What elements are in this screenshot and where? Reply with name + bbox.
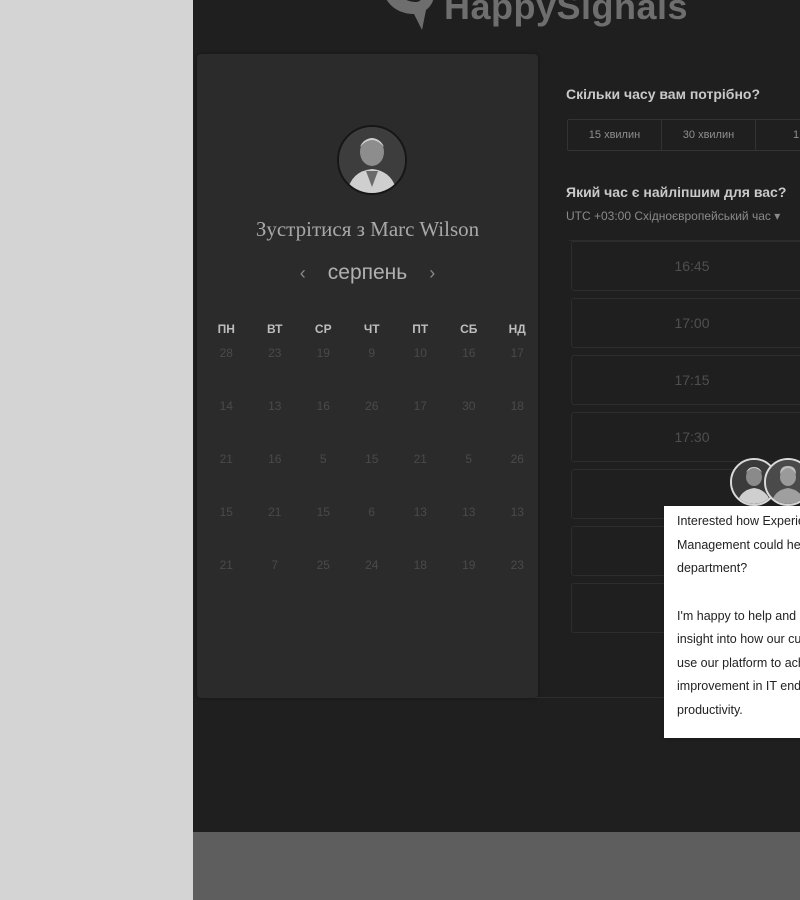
calendar-grid: 28 23 19 9 10 16 17 14 13 16 26 17 30 18 (202, 346, 542, 611)
time-question: Який час є найліпшим для вас? (566, 184, 787, 200)
weekday-label: СБ (460, 322, 478, 336)
calendar-week: 14 13 16 26 17 30 18 (202, 399, 542, 452)
footer-strip (193, 832, 800, 900)
calendar-day: 26 (510, 452, 524, 466)
calendar-day: 17 (413, 399, 427, 413)
chat-message-line: Management could hel (677, 537, 800, 552)
calendar-day: 16 (268, 452, 282, 466)
weekday-label: ВТ (266, 322, 283, 336)
time-slot[interactable]: 17:15 (571, 355, 800, 405)
weekday-header: ПН ВТ СР ЧТ ПТ СБ НД (202, 322, 542, 336)
weekday-label: ПН (217, 322, 235, 336)
calendar-day: 17 (510, 346, 524, 360)
calendar-day: 7 (271, 558, 279, 572)
chat-message-popup[interactable]: Interested how Experie Management could … (664, 506, 800, 738)
chat-agent-avatars[interactable] (730, 458, 800, 506)
chat-message-line: improvement in IT end- (677, 679, 800, 693)
duration-option[interactable]: 1 го (756, 120, 800, 150)
calendar-day: 15 (316, 505, 330, 519)
calendar-day: 21 (413, 452, 427, 466)
calendar-day: 30 (462, 399, 476, 413)
month-navigation: ‹ серпень › (197, 261, 538, 285)
host-avatar (337, 125, 407, 195)
chat-message-line: use our platform to ach (677, 655, 800, 670)
timezone-label: UTC +03:00 Східноєвропейський час (566, 209, 771, 223)
duration-selector: 15 хвилин 30 хвилин 1 го (567, 119, 800, 151)
chat-message-line: productivity. (677, 702, 743, 717)
calendar-day: 14 (219, 399, 233, 413)
calendar-day: 21 (219, 558, 233, 572)
calendar-day: 18 (413, 558, 427, 572)
duration-question: Скільки часу вам потрібно? (566, 86, 761, 102)
speech-bubble-logo-icon (387, 0, 433, 30)
time-slot[interactable]: 17:30 (571, 412, 800, 462)
calendar-day: 23 (268, 346, 282, 360)
calendar-day: 19 (316, 346, 330, 360)
chat-message-line: Interested how Experie (677, 514, 800, 528)
calendar-day: 23 (510, 558, 524, 572)
calendar-day: 13 (413, 505, 427, 519)
calendar-week: 21 7 25 24 18 19 23 (202, 558, 542, 611)
calendar-day: 24 (365, 558, 379, 572)
calendar-card: Зустрітися з Marc Wilson ‹ серпень › ПН … (197, 54, 538, 698)
calendar-day: 13 (268, 399, 282, 413)
calendar-day: 26 (365, 399, 379, 413)
caret-down-icon: ▾ (774, 209, 781, 223)
time-slot[interactable]: 16:45 (571, 241, 800, 291)
chevron-right-icon[interactable]: › (425, 263, 439, 284)
time-slot[interactable]: 17:00 (571, 298, 800, 348)
calendar-week: 15 21 15 6 13 13 13 (202, 505, 542, 558)
calendar-day: 5 (319, 452, 327, 466)
calendar-day: 10 (413, 346, 427, 360)
person-avatar-icon (766, 460, 800, 504)
weekday-label: ПТ (412, 322, 429, 336)
timezone-dropdown[interactable]: UTC +03:00 Східноєвропейський час ▾ (566, 209, 780, 223)
current-month: серпень (327, 261, 408, 284)
calendar-week: 21 16 5 15 21 5 26 (202, 452, 542, 505)
calendar-day: 21 (219, 452, 233, 466)
calendar-day: 21 (268, 505, 282, 519)
calendar-day: 25 (316, 558, 330, 572)
chat-paragraph-gap (677, 581, 800, 605)
duration-option[interactable]: 30 хвилин (662, 120, 756, 150)
chat-message-line: insight into how our cus (677, 632, 800, 646)
weekday-label: НД (508, 322, 526, 336)
weekday-label: ЧТ (363, 322, 380, 336)
chevron-left-icon[interactable]: ‹ (296, 263, 310, 284)
calendar-day: 19 (462, 558, 476, 572)
app-viewport: HappySignals Зустрітися з Marc Wilson ‹ … (0, 0, 800, 900)
chat-message-line: department? (677, 561, 748, 575)
calendar-day: 28 (219, 346, 233, 360)
chat-message-line: I'm happy to help and s (677, 608, 800, 623)
calendar-day: 18 (510, 399, 524, 413)
calendar-day: 5 (465, 452, 473, 466)
calendar-day: 13 (510, 505, 524, 519)
calendar-day: 9 (368, 346, 376, 360)
calendar-day: 15 (219, 505, 233, 519)
calendar-day: 16 (462, 346, 476, 360)
calendar-day: 13 (462, 505, 476, 519)
person-avatar-icon (339, 127, 405, 193)
meeting-title: Зустрітися з Marc Wilson (255, 217, 480, 241)
weekday-label: СР (314, 322, 332, 336)
calendar-day: 16 (316, 399, 330, 413)
calendar-day: 6 (368, 505, 376, 519)
calendar-week: 28 23 19 9 10 16 17 (202, 346, 542, 399)
duration-option[interactable]: 15 хвилин (568, 120, 662, 150)
calendar-day: 15 (365, 452, 379, 466)
